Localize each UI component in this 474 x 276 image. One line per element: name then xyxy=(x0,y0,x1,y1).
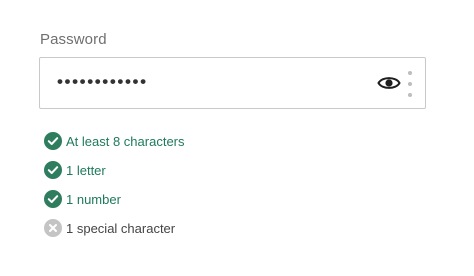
password-label: Password xyxy=(40,31,107,48)
requirement-letter: 1 letter xyxy=(44,161,185,179)
check-circle-icon xyxy=(44,190,62,208)
check-circle-icon xyxy=(44,132,62,150)
password-value[interactable]: •••••••••••• xyxy=(57,72,148,92)
password-form: Password •••••••••••• At least 8 charact… xyxy=(0,0,474,276)
check-circle-icon xyxy=(44,161,62,179)
requirement-special-character: 1 special character xyxy=(44,219,185,237)
requirement-number: 1 number xyxy=(44,190,185,208)
eye-icon[interactable] xyxy=(377,72,401,94)
more-vertical-icon[interactable] xyxy=(406,69,414,99)
requirement-label: 1 special character xyxy=(66,220,176,236)
password-input[interactable]: •••••••••••• xyxy=(39,57,426,109)
x-circle-icon xyxy=(44,219,62,237)
requirement-label: At least 8 characters xyxy=(66,133,185,149)
requirement-min-length: At least 8 characters xyxy=(44,132,185,150)
requirement-label: 1 letter xyxy=(66,162,106,178)
password-requirements: At least 8 characters 1 letter 1 number xyxy=(44,132,185,248)
requirement-label: 1 number xyxy=(66,191,121,207)
